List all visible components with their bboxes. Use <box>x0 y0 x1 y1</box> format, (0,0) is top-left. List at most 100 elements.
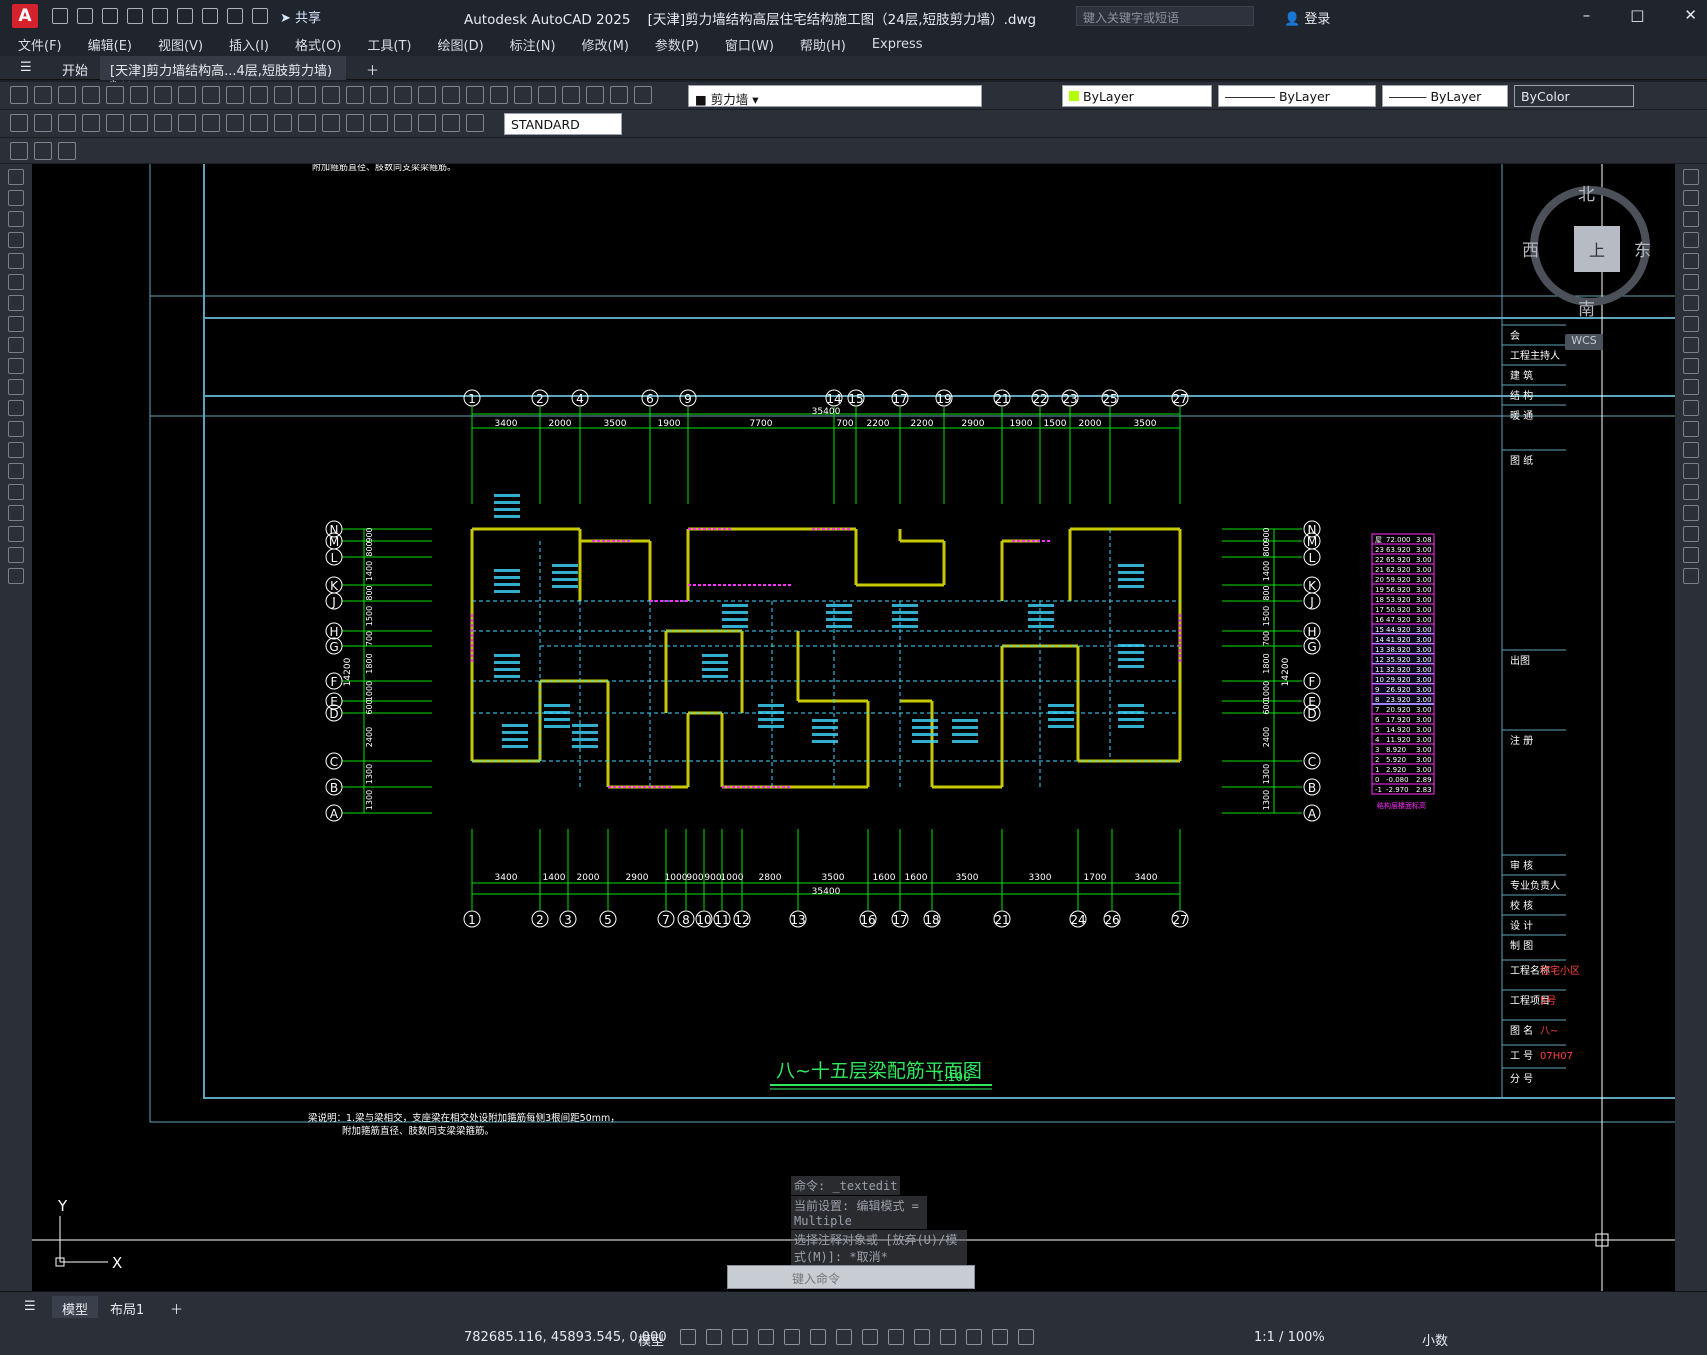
tab-model[interactable]: 模型 <box>52 1296 99 1318</box>
draw-tool-icon-11[interactable] <box>8 400 24 416</box>
menu-item-6[interactable]: 绘图(D) <box>438 35 484 54</box>
status-toggle-icon-9[interactable] <box>914 1329 930 1345</box>
dimension-tool-icon-19[interactable] <box>466 114 484 132</box>
linetype-dropdown[interactable]: ―――― ByLayer <box>1218 85 1376 107</box>
units-dropdown[interactable]: 小数 <box>1422 1330 1448 1349</box>
draw-tool-icon-2[interactable] <box>8 211 24 227</box>
status-toggle-icon-2[interactable] <box>732 1329 748 1345</box>
standard-tool-icon-19[interactable] <box>466 86 484 104</box>
viewcube-east[interactable]: 东 <box>1634 236 1651 261</box>
status-toggle-icon-13[interactable] <box>1018 1329 1034 1345</box>
modify-tool-icon-1[interactable] <box>1683 190 1699 206</box>
status-toggle-icon-4[interactable] <box>784 1329 800 1345</box>
modify-tool-icon-11[interactable] <box>1683 400 1699 416</box>
maximize-icon[interactable]: □ <box>1630 6 1644 24</box>
status-toggle-icon-11[interactable] <box>966 1329 982 1345</box>
status-toggle-icon-0[interactable] <box>680 1329 696 1345</box>
login-button[interactable]: 👤 登录 <box>1284 8 1330 27</box>
menu-item-2[interactable]: 视图(V) <box>158 35 203 54</box>
dimension-tool-icon-14[interactable] <box>346 114 364 132</box>
status-toggle-icon-7[interactable] <box>862 1329 878 1345</box>
tab-active-drawing[interactable]: [天津]剪力墙结构高...4层,短肢剪力墙) * ✕ <box>100 56 346 94</box>
standard-tool-icon-21[interactable] <box>514 86 532 104</box>
tab-layout1[interactable]: 布局1 <box>100 1296 154 1318</box>
modify-tool-icon-7[interactable] <box>1683 316 1699 332</box>
dimension-tool-icon-0[interactable] <box>10 114 28 132</box>
undo-icon[interactable] <box>227 8 243 24</box>
modify-tool-icon-6[interactable] <box>1683 295 1699 311</box>
draw-tool-icon-17[interactable] <box>8 526 24 542</box>
modify-tool-icon-15[interactable] <box>1683 484 1699 500</box>
status-toggle-icon-6[interactable] <box>836 1329 852 1345</box>
menu-item-9[interactable]: 参数(P) <box>655 35 699 54</box>
modify-tool-icon-18[interactable] <box>1683 547 1699 563</box>
status-toggle-icon-12[interactable] <box>992 1329 1008 1345</box>
status-toggle-icon-8[interactable] <box>888 1329 904 1345</box>
dimension-tool-icon-8[interactable] <box>202 114 220 132</box>
standard-tool-icon-4[interactable] <box>106 86 124 104</box>
standard-tool-icon-22[interactable] <box>538 86 556 104</box>
search-input[interactable]: 键入关键字或短语 <box>1076 6 1254 26</box>
standard-tool-icon-14[interactable] <box>346 86 364 104</box>
close-icon[interactable]: ✕ <box>1684 6 1697 24</box>
standard-tool-icon-18[interactable] <box>442 86 460 104</box>
tab-start[interactable]: 开始 <box>52 56 98 80</box>
viewcube-top-face[interactable]: 上 <box>1574 226 1620 272</box>
modify-tool-icon-5[interactable] <box>1683 274 1699 290</box>
draw-tool-icon-9[interactable] <box>8 358 24 374</box>
attribute-icon[interactable] <box>58 142 76 160</box>
modify-tool-icon-9[interactable] <box>1683 358 1699 374</box>
wcs-menu[interactable]: WCS <box>1565 334 1603 350</box>
draw-tool-icon-10[interactable] <box>8 379 24 395</box>
modify-tool-icon-19[interactable] <box>1683 568 1699 584</box>
draw-tool-icon-8[interactable] <box>8 337 24 353</box>
modify-tool-icon-17[interactable] <box>1683 526 1699 542</box>
dimension-tool-icon-7[interactable] <box>178 114 196 132</box>
modify-tool-icon-12[interactable] <box>1683 421 1699 437</box>
minimize-icon[interactable]: – <box>1583 6 1591 24</box>
dimension-tool-icon-12[interactable] <box>298 114 316 132</box>
hamburger-icon[interactable]: ☰ <box>10 56 42 80</box>
dimension-tool-icon-2[interactable] <box>58 114 76 132</box>
dimension-tool-icon-10[interactable] <box>250 114 268 132</box>
dimension-tool-icon-11[interactable] <box>274 114 292 132</box>
menu-item-5[interactable]: 工具(T) <box>367 35 411 54</box>
block-icon[interactable] <box>34 142 52 160</box>
viewcube-west[interactable]: 西 <box>1522 236 1539 261</box>
draw-tool-icon-15[interactable] <box>8 484 24 500</box>
annotation-scale[interactable]: 1:1 / 100% <box>1254 1330 1325 1345</box>
new-tab-icon[interactable]: ＋ <box>356 56 389 80</box>
standard-tool-icon-17[interactable] <box>418 86 436 104</box>
standard-tool-icon-23[interactable] <box>562 86 580 104</box>
status-toggle-icon-1[interactable] <box>706 1329 722 1345</box>
standard-tool-icon-0[interactable] <box>10 86 28 104</box>
draw-tool-icon-6[interactable] <box>8 295 24 311</box>
viewcube-south[interactable]: 南 <box>1578 295 1595 320</box>
standard-tool-icon-13[interactable] <box>322 86 340 104</box>
textstyle-dropdown[interactable]: STANDARD <box>504 113 622 135</box>
draw-tool-icon-5[interactable] <box>8 274 24 290</box>
draw-tool-icon-0[interactable] <box>8 169 24 185</box>
draw-tool-icon-1[interactable] <box>8 190 24 206</box>
draw-tool-icon-7[interactable] <box>8 316 24 332</box>
dimension-tool-icon-17[interactable] <box>418 114 436 132</box>
status-toggle-icon-5[interactable] <box>810 1329 826 1345</box>
dimension-tool-icon-5[interactable] <box>130 114 148 132</box>
modify-tool-icon-0[interactable] <box>1683 169 1699 185</box>
edit-icon[interactable] <box>10 142 28 160</box>
menu-item-7[interactable]: 标注(N) <box>510 35 556 54</box>
dimension-tool-icon-3[interactable] <box>82 114 100 132</box>
saveas-icon[interactable] <box>127 8 143 24</box>
draw-tool-icon-12[interactable] <box>8 421 24 437</box>
menu-item-12[interactable]: Express <box>872 37 923 52</box>
new-icon[interactable] <box>52 8 68 24</box>
standard-tool-icon-20[interactable] <box>490 86 508 104</box>
standard-tool-icon-1[interactable] <box>34 86 52 104</box>
drawing-canvas[interactable]: 附加箍筋直径、肢数同支梁梁箍筋。 1 2 4 6 9 14 15 17 19 21 22 23 25 27… <box>32 164 1675 1291</box>
standard-tool-icon-25[interactable] <box>610 86 628 104</box>
status-toggle-icon-3[interactable] <box>758 1329 774 1345</box>
viewcube-north[interactable]: 北 <box>1578 180 1595 205</box>
standard-tool-icon-6[interactable] <box>154 86 172 104</box>
standard-tool-icon-9[interactable] <box>226 86 244 104</box>
menu-item-11[interactable]: 帮助(H) <box>800 35 846 54</box>
